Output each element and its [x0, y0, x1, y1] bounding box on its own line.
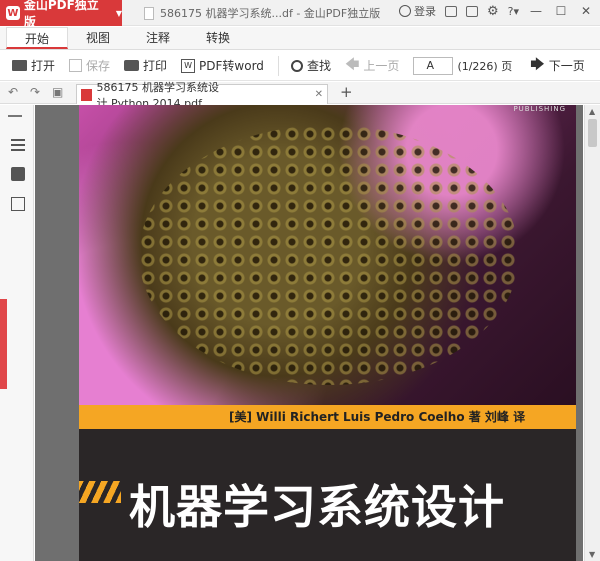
close-button[interactable]: ✕: [578, 4, 594, 18]
new-tab-button[interactable]: +: [340, 83, 353, 101]
slash-decoration: [79, 481, 121, 503]
window-title: 586175 机器学习系统...df - 金山PDF独立版: [144, 5, 380, 21]
next-page-label: 下一页: [548, 59, 585, 73]
pdf-to-word-icon: W: [181, 58, 196, 73]
app-menu-button[interactable]: W 金山PDF独立版 ▼: [0, 0, 122, 29]
prev-page-label: 上一页: [363, 59, 400, 73]
folder-icon: [12, 60, 27, 71]
scroll-thumb[interactable]: [588, 119, 597, 147]
arrow-left-icon: 🡄: [344, 56, 360, 73]
quick-save-icon[interactable]: ▣: [52, 85, 63, 99]
title-bar: W 金山PDF独立版 ▼ 586175 机器学习系统...df - 金山PDF独…: [0, 0, 600, 29]
save-label: 保存: [86, 59, 111, 73]
login-label: 登录: [413, 5, 436, 18]
toolbar-divider: [277, 55, 279, 76]
sidebar-drag-handle[interactable]: [8, 115, 22, 117]
save-button[interactable]: 保存: [69, 57, 110, 74]
toolbar: 打开 保存 打印 W PDF转word 查找 🡄 上一页 A (1/226) 页…: [0, 51, 600, 81]
minimize-button[interactable]: —: [528, 4, 544, 18]
gear-icon[interactable]: ⚙: [487, 4, 499, 19]
document-tab-bar: ↶ ↷ ▣ 586175 机器学习系统设计.Python.2014.pdf ✕ …: [0, 81, 600, 110]
page-number-input[interactable]: A: [413, 56, 454, 75]
menu-bar: 开始 视图 注释 转换: [0, 27, 600, 50]
printer-icon: [124, 60, 140, 71]
pdf-page: PUBLISHING [美] Willi Richert Luis Pedro …: [79, 105, 576, 561]
cover-title-block: 机器学习系统设计: [79, 461, 576, 551]
publisher-mark: PUBLISHING: [513, 105, 566, 113]
pdf-file-icon: [81, 88, 92, 101]
pdf-to-word-button[interactable]: W PDF转word: [181, 57, 264, 74]
window-title-text: 586175 机器学习系统...df - 金山PDF独立版: [160, 7, 381, 20]
pdf-to-word-label: PDF转word: [199, 59, 264, 73]
outline-icon[interactable]: [11, 139, 25, 153]
next-page-button[interactable]: 🡆 下一页: [530, 54, 584, 78]
redo-icon[interactable]: ↷: [30, 85, 40, 99]
cover-title: 机器学习系统设计: [129, 480, 505, 534]
left-sidebar: [0, 105, 34, 561]
open-label: 打开: [31, 59, 56, 73]
vertical-scrollbar[interactable]: ▲ ▼: [584, 105, 600, 561]
help-button[interactable]: ?▾: [508, 5, 519, 18]
scroll-up-icon[interactable]: ▲: [589, 107, 595, 116]
undo-icon[interactable]: ↶: [8, 85, 18, 99]
tab-view[interactable]: 视图: [68, 27, 128, 49]
print-label: 打印: [143, 59, 168, 73]
comments-icon[interactable]: [11, 167, 25, 181]
maximize-button[interactable]: ☐: [553, 4, 569, 18]
tab-annotate[interactable]: 注释: [128, 27, 188, 49]
find-label: 查找: [306, 59, 331, 73]
cover-image: PUBLISHING: [79, 105, 576, 405]
chevron-down-icon: ▼: [115, 8, 122, 18]
file-icon: [144, 6, 154, 20]
tab-start[interactable]: 开始: [6, 27, 69, 49]
save-icon: [69, 59, 83, 72]
tab-convert[interactable]: 转换: [188, 27, 248, 49]
find-button[interactable]: 查找: [290, 57, 331, 74]
sidebar-collapse-handle[interactable]: [0, 299, 7, 389]
skin-icon[interactable]: [465, 5, 478, 17]
prev-page-button[interactable]: 🡄 上一页: [345, 54, 399, 78]
cover-authors: [美] Willi Richert Luis Pedro Coelho 著 刘峰…: [229, 410, 526, 424]
document-view[interactable]: PUBLISHING [美] Willi Richert Luis Pedro …: [35, 105, 583, 561]
flower-texture: [139, 125, 519, 385]
app-logo-icon: W: [6, 6, 20, 20]
title-actions: 登录 ⚙ ?▾ — ☐ ✕: [398, 3, 594, 19]
arrow-right-icon: 🡆: [530, 56, 545, 73]
convert-panel-icon[interactable]: [11, 197, 25, 211]
search-icon: [290, 59, 303, 72]
page-count: (1/226) 页: [457, 59, 513, 73]
app-name: 金山PDF独立版: [23, 0, 99, 29]
open-button[interactable]: 打开: [12, 57, 55, 74]
login-button[interactable]: 登录: [398, 3, 436, 19]
print-button[interactable]: 打印: [124, 57, 167, 74]
author-band: [美] Willi Richert Luis Pedro Coelho 著 刘峰…: [79, 405, 576, 429]
scroll-down-icon[interactable]: ▼: [589, 550, 595, 559]
user-icon: [398, 5, 411, 17]
document-tab[interactable]: 586175 机器学习系统设计.Python.2014.pdf ✕: [76, 81, 328, 110]
close-tab-icon[interactable]: ✕: [315, 89, 323, 100]
feedback-icon[interactable]: [444, 5, 457, 17]
